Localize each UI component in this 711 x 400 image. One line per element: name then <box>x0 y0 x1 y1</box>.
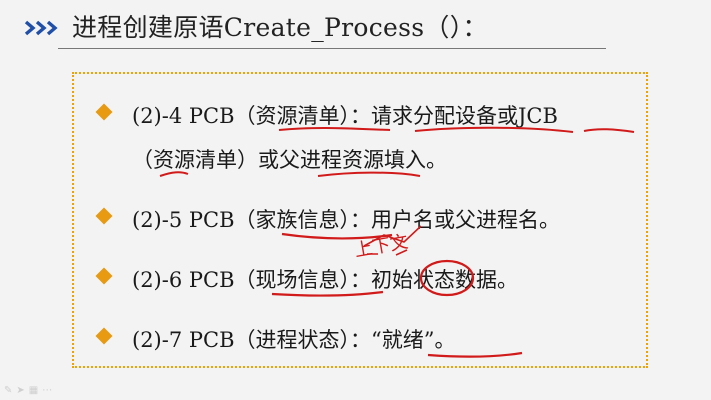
page-title: 进程创建原语Create_Process（）： <box>72 13 488 42</box>
item-5-line-1: (2)-5 PCB（家族信息）：用户名或父进程名。 <box>132 208 561 232</box>
item-4-line-1: (2)-4 PCB（资源清单）：请求分配设备或JCB <box>132 104 558 128</box>
pointer-icon: ➤ <box>16 385 29 396</box>
item-6-line-1: (2)-6 PCB（现场信息）：初始状态数据。 <box>132 268 519 292</box>
pen-icon: ✎ <box>4 385 17 396</box>
triple-chevron-icon <box>24 20 58 36</box>
grid-icon: ▦ <box>28 385 43 396</box>
more-icon: ⋯ <box>42 385 57 396</box>
item-4-line-2: （资源清单）或父进程资源填入。 <box>132 148 447 172</box>
title-divider <box>58 48 606 49</box>
item-7-line-1: (2)-7 PCB（进程状态）：“就绪”。 <box>132 328 456 352</box>
footer-tools: ✎➤▦⋯ <box>4 385 56 396</box>
title-row: 进程创建原语Create_Process（）： <box>14 6 704 50</box>
